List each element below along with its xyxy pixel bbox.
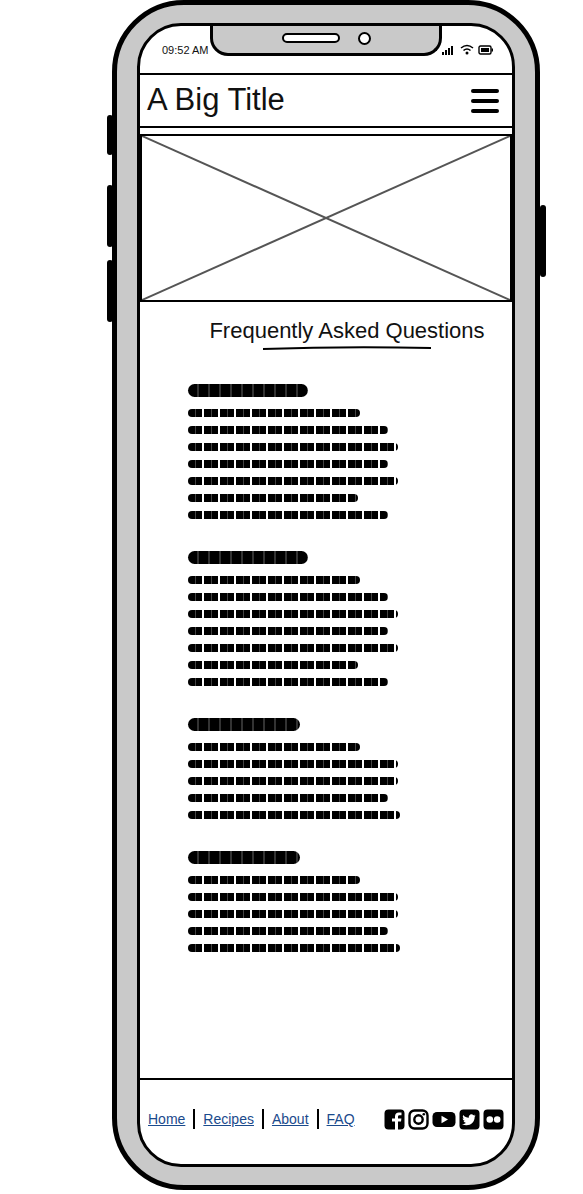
faq-answer-scribble <box>188 876 512 952</box>
scribble-line <box>188 627 388 635</box>
site-header: A Big Title <box>140 73 512 128</box>
scribble-line <box>188 593 388 601</box>
faq-heading: Frequently Asked Questions <box>140 302 512 354</box>
faq-title: Frequently Asked Questions <box>209 318 484 344</box>
scribble-line <box>188 494 358 502</box>
scribble-line <box>188 661 358 669</box>
scribble-line <box>188 443 398 451</box>
site-title: A Big Title <box>147 83 285 117</box>
faq-list <box>140 354 512 952</box>
scribble-line <box>188 678 388 686</box>
faq-answer-scribble <box>188 576 512 686</box>
camera <box>358 32 371 45</box>
scribble-line <box>188 426 388 434</box>
scribble-line <box>188 743 360 751</box>
facebook-icon[interactable] <box>384 1109 405 1130</box>
faq-question-scribble <box>188 718 300 731</box>
faq-item <box>188 851 512 952</box>
scribble-line <box>188 511 388 519</box>
scribble-line <box>188 460 388 468</box>
scribble-line <box>188 910 398 918</box>
side-button <box>107 185 113 247</box>
scribble-line <box>188 893 398 901</box>
scribble-line <box>188 409 360 417</box>
image-placeholder-icon <box>142 136 510 300</box>
footer-link[interactable]: About <box>272 1111 309 1127</box>
faq-item <box>188 718 512 819</box>
scribble-line <box>188 760 398 768</box>
scribble-line <box>188 644 398 652</box>
phone-frame: 09:52 AM A Big Title Frequently Asked Ques… <box>112 0 540 1190</box>
faq-answer-scribble <box>188 743 512 819</box>
faq-question-scribble <box>188 851 300 864</box>
scribble-line <box>188 777 398 785</box>
twitter-icon[interactable] <box>459 1109 480 1130</box>
faq-item <box>188 384 512 519</box>
youtube-icon[interactable] <box>432 1109 456 1130</box>
underline-icon <box>261 344 433 354</box>
faq-question-scribble <box>188 551 308 564</box>
faq-item <box>188 551 512 686</box>
scribble-line <box>188 576 360 584</box>
footer-link[interactable]: FAQ <box>327 1111 355 1127</box>
footer-nav: Home Recipes About FAQ <box>148 1109 355 1129</box>
scribble-line <box>188 876 360 884</box>
signal-icon <box>442 45 456 55</box>
scribble-line <box>188 610 398 618</box>
footer-link[interactable]: Recipes <box>203 1111 254 1127</box>
scribble-line <box>188 477 398 485</box>
hero-image <box>140 134 512 302</box>
side-button <box>107 260 113 322</box>
site-footer: Home Recipes About FAQ <box>140 1078 512 1164</box>
phone-screen: 09:52 AM A Big Title Frequently Asked Ques… <box>137 23 515 1167</box>
status-time: 09:52 AM <box>162 44 208 56</box>
battery-icon <box>478 45 494 55</box>
menu-icon[interactable] <box>470 88 500 114</box>
social-links <box>384 1109 504 1130</box>
speaker <box>282 33 340 43</box>
instagram-icon[interactable] <box>408 1109 429 1130</box>
scribble-line <box>188 944 400 952</box>
faq-question-scribble <box>188 384 308 397</box>
separator <box>317 1109 319 1129</box>
separator <box>193 1109 195 1129</box>
side-button <box>540 205 546 277</box>
scribble-line <box>188 794 388 802</box>
notch <box>210 23 442 56</box>
scribble-line <box>188 927 388 935</box>
status-icons <box>442 44 494 55</box>
scribble-line <box>188 811 400 819</box>
side-button <box>107 115 113 155</box>
footer-link[interactable]: Home <box>148 1111 185 1127</box>
flickr-icon[interactable] <box>483 1109 504 1130</box>
faq-answer-scribble <box>188 409 512 519</box>
separator <box>262 1109 264 1129</box>
wifi-icon <box>460 44 474 55</box>
